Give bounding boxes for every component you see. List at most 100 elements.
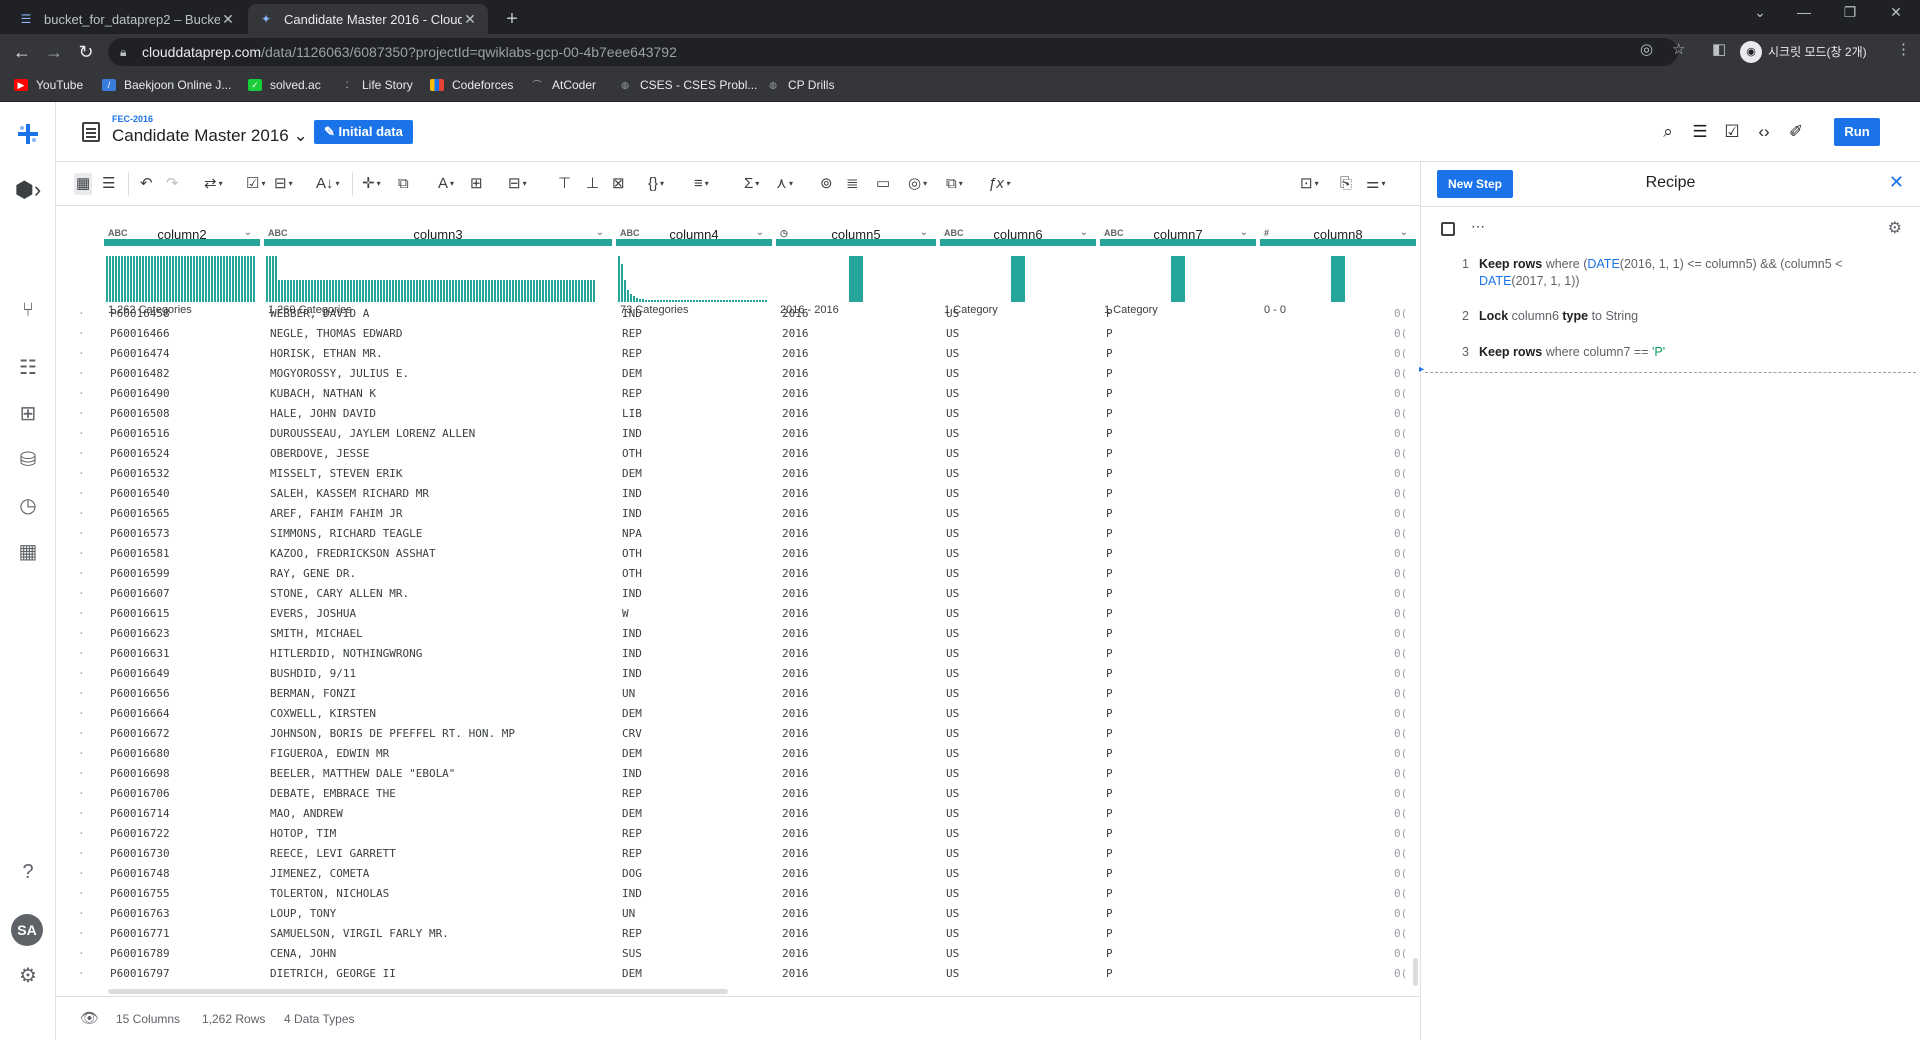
unnest-icon[interactable]: ⊥ (586, 173, 599, 195)
table-cell[interactable]: P60016631 (110, 647, 170, 660)
table-cell[interactable]: BEELER, MATTHEW DALE "EBOLA" (270, 767, 455, 780)
comment-icon[interactable]: ▭ (876, 173, 890, 195)
table-cell[interactable]: P (1106, 927, 1113, 940)
table-cell[interactable]: REP (622, 387, 642, 400)
table-cell[interactable]: P (1106, 867, 1113, 880)
help-icon[interactable]: ? (14, 858, 42, 886)
column-histogram[interactable]: 2016 - 2016 (776, 256, 936, 316)
table-cell[interactable]: 0( (1394, 307, 1407, 320)
table-cell[interactable]: 2016 (782, 887, 809, 900)
dataprep-logo-icon[interactable] (14, 120, 42, 148)
table-cell[interactable]: US (946, 787, 959, 800)
table-cell[interactable]: 0( (1394, 527, 1407, 540)
table-row[interactable]: · P60016607 STONE, CARY ALLEN MR. IND 2016 US… (56, 584, 1420, 604)
table-cell[interactable]: 0( (1394, 827, 1407, 840)
table-cell[interactable]: SALEH, KASSEM RICHARD MR (270, 487, 429, 500)
database-icon[interactable]: ⛁ (14, 446, 42, 474)
table-cell[interactable]: P (1106, 367, 1113, 380)
table-cell[interactable]: US (946, 827, 959, 840)
chevron-down-icon[interactable]: ⌄ (756, 227, 764, 238)
table-row[interactable]: · P60016623 SMITH, MICHAEL IND 2016 US P 0( (56, 624, 1420, 644)
table-cell[interactable]: 0( (1394, 687, 1407, 700)
table-cell[interactable]: 2016 (782, 487, 809, 500)
table-cell[interactable]: P (1106, 347, 1113, 360)
restore-icon[interactable]: ❐ (1830, 4, 1870, 21)
table-cell[interactable]: P60016508 (110, 407, 170, 420)
table-cell[interactable]: US (946, 727, 959, 740)
table-cell[interactable]: P60016524 (110, 447, 170, 460)
replace-icon[interactable]: ⇄ ▾ (204, 173, 223, 195)
table-cell[interactable]: 0( (1394, 967, 1407, 980)
table-cell[interactable]: P (1106, 467, 1113, 480)
table-cell[interactable]: US (946, 347, 959, 360)
bookmark-atcoder[interactable]: ⌒ AtCoder (530, 78, 596, 92)
table-row[interactable]: · P60016458 WEBBER, DAVID A IND 2016 US P 0( (56, 304, 1420, 324)
column-header-column6[interactable]: ABC column6 ⌄ (940, 224, 1096, 246)
table-cell[interactable]: US (946, 587, 959, 600)
table-cell[interactable]: P (1106, 387, 1113, 400)
horizontal-scrollbar[interactable] (108, 989, 728, 994)
pivot-icon[interactable]: ⊠ (612, 173, 625, 195)
star-icon[interactable]: ☆ (1672, 40, 1685, 58)
column-header-column7[interactable]: ABC column7 ⌄ (1100, 224, 1256, 246)
table-cell[interactable]: US (946, 687, 959, 700)
table-cell[interactable]: US (946, 327, 959, 340)
table-cell[interactable]: 2016 (782, 967, 809, 980)
table-row[interactable]: · P60016565 AREF, FAHIM FAHIM JR IND 2016 US P… (56, 504, 1420, 524)
table-cell[interactable]: P60016615 (110, 607, 170, 620)
select-all-checkbox[interactable] (1441, 222, 1455, 236)
minimize-icon[interactable]: — (1784, 4, 1824, 20)
column-header-column4[interactable]: ABC column4 ⌄ (616, 224, 772, 246)
column-header-column2[interactable]: ABC column2 ⌄ (104, 224, 260, 246)
table-row[interactable]: · P60016664 COXWELL, KIRSTEN DEM 2016 US P 0( (56, 704, 1420, 724)
table-cell[interactable]: 2016 (782, 627, 809, 640)
bookmark-youtube[interactable]: ▶ YouTube (14, 78, 83, 92)
table-cell[interactable]: 0( (1394, 887, 1407, 900)
table-cell[interactable]: 0( (1394, 847, 1407, 860)
table-cell[interactable]: P (1106, 607, 1113, 620)
table-cell[interactable]: P60016516 (110, 427, 170, 440)
table-cell[interactable]: OTH (622, 567, 642, 580)
table-cell[interactable]: IND (622, 487, 642, 500)
table-cell[interactable]: US (946, 707, 959, 720)
table-cell[interactable]: P (1106, 887, 1113, 900)
table-cell[interactable]: HITLERDID, NOTHINGWRONG (270, 647, 422, 660)
table-cell[interactable]: P (1106, 667, 1113, 680)
table-row[interactable]: · P60016698 BEELER, MATTHEW DALE "EBOLA" IN… (56, 764, 1420, 784)
table-cell[interactable]: DEM (622, 707, 642, 720)
table-cell[interactable]: P (1106, 907, 1113, 920)
table-cell[interactable]: 2016 (782, 307, 809, 320)
table-cell[interactable]: 2016 (782, 867, 809, 880)
chevron-down-icon[interactable]: ⌄ (244, 227, 252, 238)
table-cell[interactable]: REECE, LEVI GARRETT (270, 847, 396, 860)
table-cell[interactable]: P60016581 (110, 547, 170, 560)
table-cell[interactable]: 2016 (782, 747, 809, 760)
table-cell[interactable]: US (946, 507, 959, 520)
table-cell[interactable]: JIMENEZ, COMETA (270, 867, 369, 880)
tab-candidate-master[interactable]: ✦ Candidate Master 2016 - Cloud D ✕ (248, 4, 488, 34)
table-cell[interactable]: UN (622, 907, 635, 920)
table-cell[interactable]: P60016532 (110, 467, 170, 480)
table-cell[interactable]: 2016 (782, 367, 809, 380)
table-cell[interactable]: JOHNSON, BORIS DE PFEFFEL RT. HON. MP (270, 727, 515, 740)
table-cell[interactable]: OTH (622, 547, 642, 560)
chevron-down-icon[interactable]: ⌄ (1080, 227, 1088, 238)
table-row[interactable]: · P60016755 TOLERTON, NICHOLAS IND 2016 US P 0( (56, 884, 1420, 904)
bookmark-baekjoon[interactable]: / Baekjoon Online J... (102, 78, 231, 92)
table-cell[interactable]: 2016 (782, 807, 809, 820)
close-icon[interactable]: ✕ (220, 11, 236, 28)
table-row[interactable]: · P60016656 BERMAN, FONZI UN 2016 US P 0( (56, 684, 1420, 704)
table-cell[interactable]: 0( (1394, 947, 1407, 960)
table-cell[interactable]: P (1106, 647, 1113, 660)
table-cell[interactable]: US (946, 627, 959, 640)
table-cell[interactable]: 0( (1394, 427, 1407, 440)
list-view-icon[interactable]: ☰ (102, 173, 115, 195)
table-cell[interactable]: P60016573 (110, 527, 170, 540)
bookmark-cses[interactable]: ◍ CSES - CSES Probl... (618, 78, 757, 92)
table-cell[interactable]: SMITH, MICHAEL (270, 627, 363, 640)
table-cell[interactable]: MISSELT, STEVEN ERIK (270, 467, 402, 480)
column-histogram[interactable]: 1 Category (1100, 256, 1256, 316)
join-icon[interactable]: ⊚ (820, 173, 833, 195)
table-cell[interactable]: US (946, 607, 959, 620)
table-cell[interactable]: HORISK, ETHAN MR. (270, 347, 383, 360)
